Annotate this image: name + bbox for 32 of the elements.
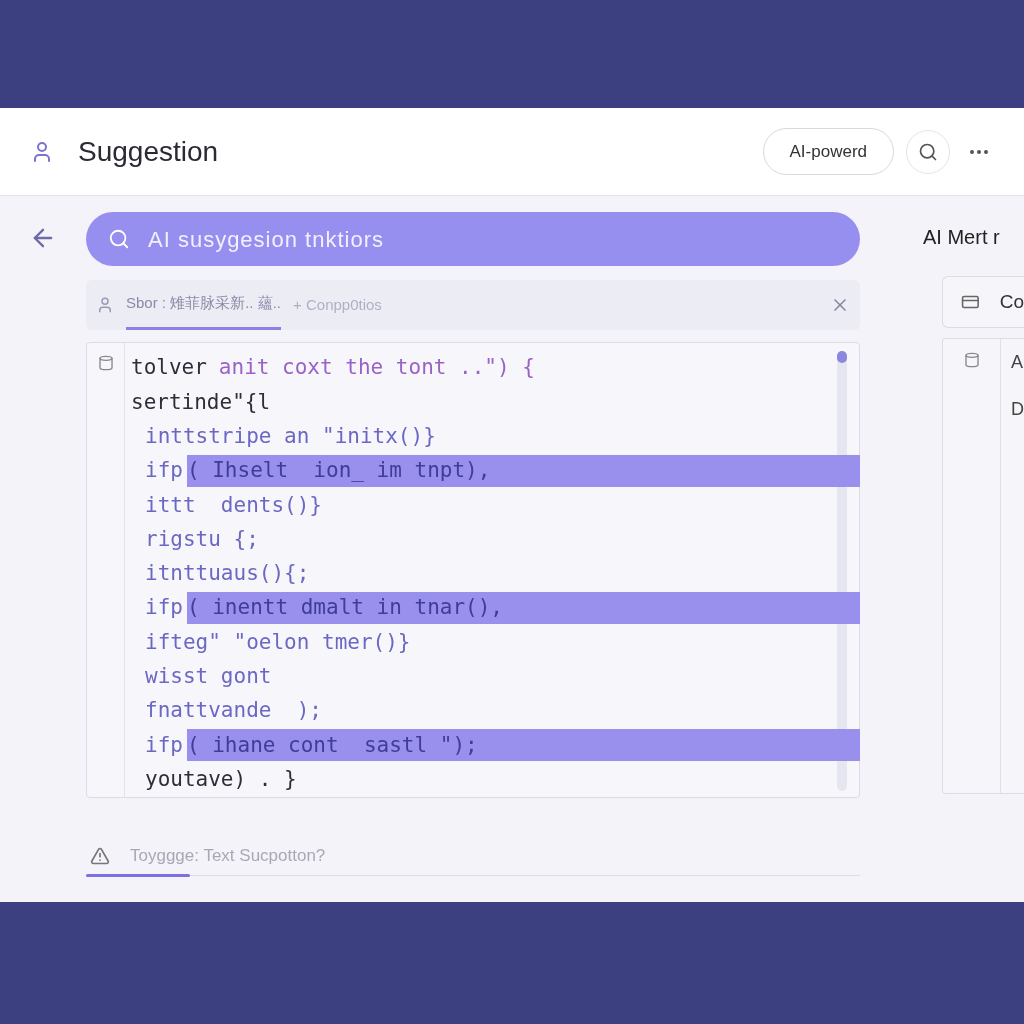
cylinder-icon [963, 351, 980, 369]
code-line: ifteg" "oelon tmer()} [145, 628, 411, 656]
code-line: inttstripe an "initx()} [145, 423, 436, 450]
hint-text: Toyggge: Text Sucpotton? [130, 845, 326, 868]
tab[interactable]: Sbor : 雉菲脉采新.. 蘊.. [126, 280, 282, 330]
code-line: sertinde"{l [131, 388, 271, 416]
code-line: ittt dents()} [145, 491, 322, 519]
search-icon [918, 141, 938, 162]
code-line: ifp [145, 731, 183, 759]
code-line: ifp [145, 457, 183, 485]
highlighted-suggestion[interactable]: ( ihane cont sastl "); [186, 729, 860, 762]
code-line: fnattvande ); [145, 697, 322, 725]
code-line: tolver [131, 354, 207, 382]
card-label: Co [999, 289, 1024, 314]
code-line: wisst gont [145, 663, 272, 691]
code-line: youtave) . } [145, 765, 297, 793]
search-icon [108, 228, 130, 250]
tab[interactable]: + Conpp0tios [293, 280, 382, 330]
panel-text: A [1011, 351, 1024, 374]
user-icon [96, 296, 114, 314]
panel-text: D [1011, 398, 1024, 421]
page-title: Suggestion [78, 134, 219, 169]
warning-icon [90, 846, 110, 866]
more-icon [970, 149, 988, 154]
highlighted-suggestion[interactable]: ( inentt dmalt in tnar(), [186, 592, 860, 625]
code-line: rigstu {; [145, 525, 259, 553]
highlighted-suggestion[interactable]: ( Ihselt ion_ im tnpt), [186, 455, 860, 488]
code-line: ifp [145, 594, 183, 622]
search-field[interactable]: AI susygesion tnktiors [86, 212, 860, 266]
panel-title: AI Mert r [923, 225, 1001, 250]
code-text: anit coxt the tont ..") { [218, 354, 535, 382]
code-line: itnttuaus(){; [145, 560, 310, 588]
